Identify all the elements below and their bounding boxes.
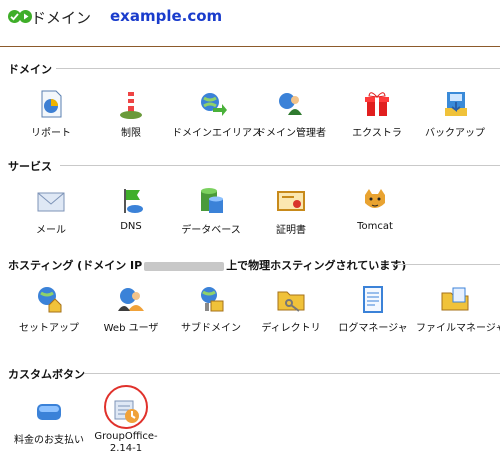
web-users-button[interactable]: Web ユーザ <box>92 283 170 343</box>
extras-button[interactable]: エクストラ <box>338 88 416 148</box>
certificate-button[interactable]: 証明書 <box>252 185 330 245</box>
database-label: データベース <box>181 225 241 236</box>
page-title: ドメイン <box>31 9 92 27</box>
web-users-icon <box>118 288 144 311</box>
section-title-hosting: ホスティング (ドメイン IP 上で物理ホスティングされています) <box>8 257 406 273</box>
setup-button[interactable]: セットアップ <box>10 283 88 343</box>
file-manager-icon <box>441 287 469 311</box>
domain-name[interactable]: example.com <box>110 7 222 25</box>
report-icon <box>41 90 62 118</box>
domain-admin-label: ドメイン管理者 <box>256 128 326 139</box>
directories-button[interactable]: ディレクトリ <box>252 283 330 343</box>
limits-label: 制限 <box>121 128 141 139</box>
domain-alias-icon <box>201 93 227 116</box>
masked-ip <box>144 261 225 271</box>
groupoffice-label: GroupOffice-2.14-1 <box>94 431 158 454</box>
hosting-title-prefix: ホスティング (ドメイン IP <box>8 259 143 272</box>
payment-icon <box>37 404 61 420</box>
mail-icon <box>37 192 65 212</box>
subdomain-label: サブドメイン <box>181 323 241 334</box>
domain-alias-label: ドメインエイリアス <box>172 128 262 139</box>
setup-label: セットアップ <box>19 323 79 334</box>
header-divider <box>0 46 500 47</box>
dns-button[interactable]: DNS <box>92 185 170 245</box>
section-divider <box>56 68 500 69</box>
report-label: リポート <box>31 128 71 139</box>
section-title-custom: カスタムボタン <box>8 368 85 381</box>
database-icon <box>201 188 223 213</box>
certificate-label: 証明書 <box>276 225 306 236</box>
log-manager-label: ログマネージャ <box>338 323 408 334</box>
subdomain-button[interactable]: サブドメイン <box>172 283 250 343</box>
section-divider <box>392 264 500 265</box>
backup-button[interactable]: バックアップ <box>416 88 494 148</box>
limits-button[interactable]: 制限 <box>92 88 170 148</box>
log-manager-icon <box>363 286 383 313</box>
domain-admin-icon <box>279 93 302 115</box>
log-manager-button[interactable]: ログマネージャ <box>334 283 412 343</box>
dns-label: DNS <box>120 221 142 232</box>
setup-icon <box>38 287 62 313</box>
limits-icon <box>120 92 142 119</box>
section-divider <box>60 165 500 166</box>
section-divider <box>84 373 500 374</box>
file-manager-button[interactable]: ファイルマネージャ <box>416 283 500 343</box>
file-manager-label: ファイルマネージャ <box>416 323 500 334</box>
certificate-icon <box>277 191 305 211</box>
subdomain-icon <box>201 287 224 312</box>
extras-icon <box>365 92 389 116</box>
mail-button[interactable]: メール <box>12 185 90 245</box>
dns-icon <box>124 189 143 213</box>
groupoffice-button[interactable]: GroupOffice-2.14-1 <box>92 395 160 455</box>
backup-label: バックアップ <box>425 128 485 139</box>
database-button[interactable]: データベース <box>172 185 250 245</box>
web-users-label: Web ユーザ <box>103 323 159 334</box>
report-button[interactable]: リポート <box>12 88 90 148</box>
section-title-services: サービス <box>8 160 52 173</box>
tomcat-label: Tomcat <box>357 221 393 232</box>
directories-label: ディレクトリ <box>261 323 321 334</box>
extras-label: エクストラ <box>352 128 402 139</box>
hosting-title-suffix: 上で物理ホスティングされています) <box>226 259 407 272</box>
tomcat-button[interactable]: Tomcat <box>336 185 414 245</box>
domain-admin-button[interactable]: ドメイン管理者 <box>252 88 330 148</box>
payment-button[interactable]: 料金のお支払い <box>8 395 90 455</box>
backup-icon <box>445 92 467 116</box>
page-header: ドメイン example.com <box>0 0 500 46</box>
directories-icon <box>277 291 305 312</box>
domain-alias-button[interactable]: ドメインエイリアス <box>172 88 262 148</box>
tomcat-icon <box>365 189 385 208</box>
mail-label: メール <box>36 225 66 236</box>
section-title-domain: ドメイン <box>8 63 52 76</box>
payment-label: 料金のお支払い <box>14 435 84 446</box>
groupoffice-icon <box>114 400 139 423</box>
